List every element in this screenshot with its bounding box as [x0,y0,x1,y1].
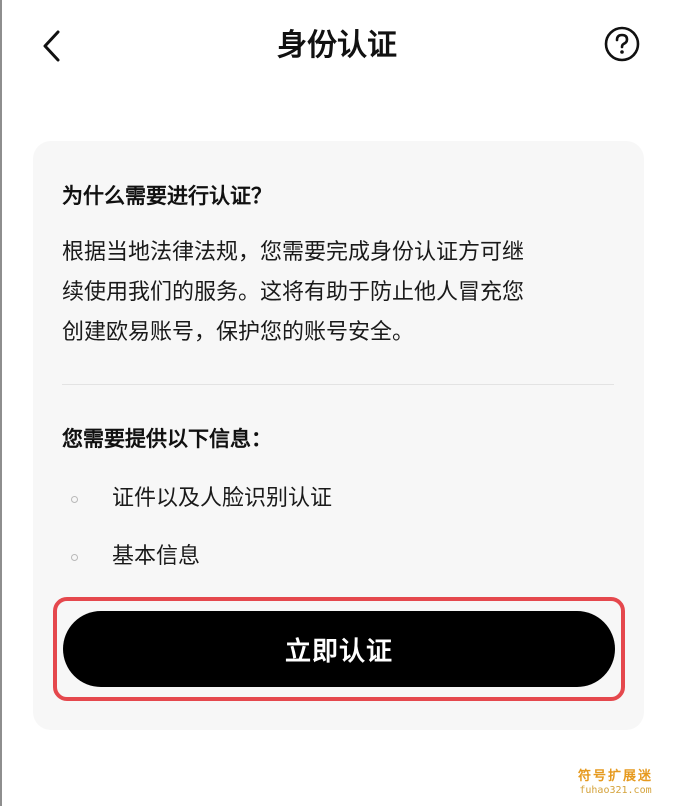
description-line: 创建欧易账号，保护您的账号安全。 [62,320,415,345]
divider [62,384,614,385]
bullet-icon [71,553,78,561]
question-circle-icon [604,26,640,62]
watermark-url: fuhao321.com [579,785,652,796]
window-edge [0,0,2,806]
watermark: 符号扩展迷 fuhao321.com [578,770,653,798]
top-bar: 身份认证 [0,0,674,92]
description-line: 续使用我们的服务。这将有助于防止他人冒充您 [62,280,525,305]
requirement-item: 基本信息 [62,541,200,573]
why-verify-heading: 为什么需要进行认证？ [62,184,272,208]
requirement-label: 证件以及人脸识别认证 [112,486,333,511]
watermark-cn: 符号扩展迷 [578,769,654,784]
required-info-heading: 您需要提供以下信息： [62,427,272,451]
bullet-icon [71,495,78,503]
page-title: 身份认证 [277,28,397,63]
description-line: 根据当地法律法规，您需要完成身份认证方可继 [62,240,525,265]
requirement-item: 证件以及人脸识别认证 [62,483,332,515]
why-verify-description: 根据当地法律法规，您需要完成身份认证方可继 续使用我们的服务。这将有助于防止他人… [62,233,618,353]
verify-now-button[interactable]: 立即认证 [63,611,615,687]
help-button[interactable] [604,26,640,62]
requirement-label: 基本信息 [112,544,201,569]
verification-card: 为什么需要进行认证？ 根据当地法律法规，您需要完成身份认证方可继 续使用我们的服… [33,141,644,730]
